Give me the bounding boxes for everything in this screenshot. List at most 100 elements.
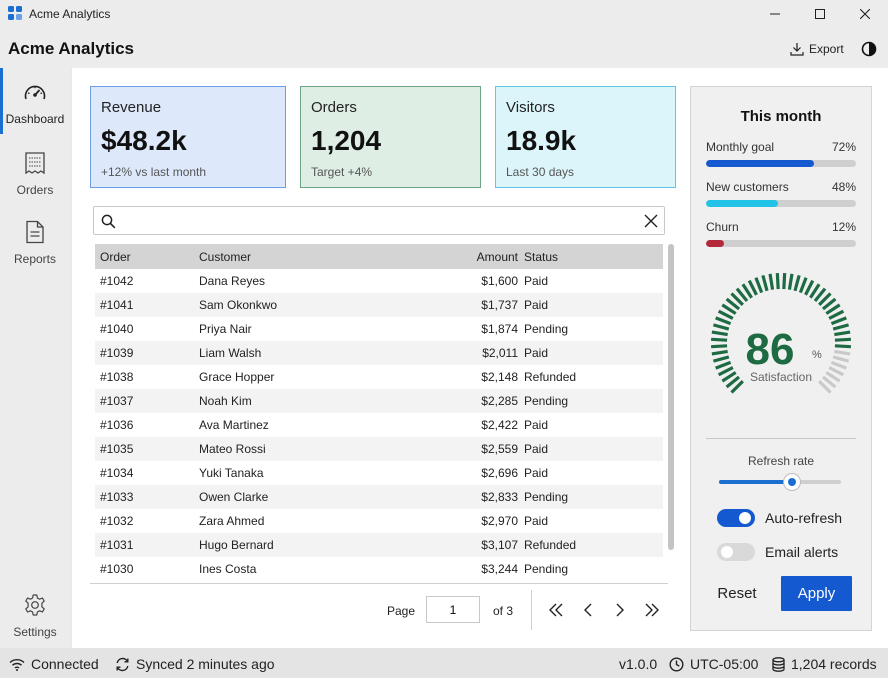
- cell-status: Refunded: [524, 370, 577, 384]
- table-row[interactable]: #1031 Hugo Bernard $3,107 Refunded: [95, 533, 663, 557]
- refresh-rate-slider[interactable]: [719, 473, 841, 491]
- cell-amount: $2,422: [481, 418, 518, 432]
- progress-fill: [706, 200, 778, 207]
- kpi-card-orders: Orders 1,204 Target +4%: [300, 86, 481, 188]
- version-label: v1.0.0: [619, 656, 658, 672]
- cell-customer: Priya Nair: [199, 322, 252, 336]
- minimize-button[interactable]: [752, 0, 798, 28]
- search-icon: [101, 214, 116, 229]
- first-page-button[interactable]: [546, 600, 566, 620]
- export-label: Export: [809, 42, 844, 56]
- previous-page-button[interactable]: [578, 600, 598, 620]
- auto-refresh-toggle[interactable]: [717, 509, 755, 527]
- search-input[interactable]: [122, 211, 622, 231]
- kpi-label: Orders: [311, 99, 357, 116]
- cell-amount: $3,107: [481, 538, 518, 552]
- sidebar-item-dashboard[interactable]: Dashboard: [0, 68, 70, 134]
- cell-status: Pending: [524, 490, 569, 504]
- gauge-value: 86: [745, 325, 795, 374]
- maximize-button[interactable]: [797, 0, 843, 28]
- cell-status: Paid: [524, 346, 549, 360]
- table-header: Order Customer Amount Status: [95, 244, 663, 269]
- cell-amount: $2,833: [481, 490, 518, 504]
- sidebar-item-orders[interactable]: Orders: [0, 137, 70, 203]
- close-window-button[interactable]: [842, 0, 888, 28]
- gauge-tick: [715, 360, 732, 370]
- last-page-button[interactable]: [642, 600, 662, 620]
- kpi-card-visitors: Visitors 18.9k Last 30 days: [495, 86, 676, 188]
- pager-divider: [531, 590, 532, 630]
- apply-button[interactable]: Apply: [781, 576, 852, 611]
- next-page-button[interactable]: [610, 600, 630, 620]
- table-row[interactable]: #1032 Zara Ahmed $2,970 Paid: [95, 509, 663, 533]
- column-header-amount[interactable]: Amount: [419, 250, 524, 264]
- cell-customer: Sam Okonkwo: [199, 298, 278, 312]
- chevron-double-left-icon: [549, 603, 563, 617]
- refresh-rate-label: Refresh rate: [747, 454, 815, 468]
- sync-icon: [116, 657, 129, 671]
- panel-divider: [706, 438, 856, 439]
- page-count-label: of 3: [493, 604, 514, 618]
- minimize-icon: [770, 13, 780, 15]
- gauge-tick: [711, 349, 728, 356]
- metric-value: 72%: [831, 140, 856, 154]
- gauge-tick: [830, 360, 847, 370]
- gauge-tick: [834, 344, 851, 349]
- table-row[interactable]: #1033 Owen Clarke $2,833 Pending: [95, 485, 663, 509]
- export-button[interactable]: Export: [790, 40, 844, 58]
- table-row[interactable]: #1034 Yuki Tanaka $2,696 Paid: [95, 461, 663, 485]
- table-scrollbar[interactable]: [668, 244, 674, 550]
- theme-toggle-icon[interactable]: [861, 41, 877, 57]
- wifi-icon: [9, 658, 25, 671]
- table-row[interactable]: #1038 Grace Hopper $2,148 Refunded: [95, 365, 663, 389]
- cell-status: Paid: [524, 442, 549, 456]
- database-icon: [772, 656, 785, 672]
- table-row[interactable]: #1035 Mateo Rossi $2,559 Paid: [95, 437, 663, 461]
- reset-button[interactable]: Reset: [707, 577, 767, 609]
- cell-customer: Zara Ahmed: [199, 514, 265, 528]
- kpi-value: $48.2k: [101, 125, 187, 156]
- gauge-tick: [834, 349, 851, 356]
- table-row[interactable]: #1030 Ines Costa $3,244 Pending: [95, 557, 663, 581]
- gauge-tick: [834, 337, 851, 342]
- kpi-subtext: +12% vs last month: [101, 165, 207, 179]
- kpi-label: Revenue: [101, 99, 162, 116]
- search-box: [93, 206, 665, 235]
- email-alerts-toggle[interactable]: [717, 543, 755, 561]
- table-row[interactable]: #1036 Ava Martinez $2,422 Paid: [95, 413, 663, 437]
- toggle-knob: [739, 512, 751, 524]
- chevron-left-icon: [584, 603, 592, 617]
- gauge-tick: [787, 273, 794, 290]
- table-row[interactable]: #1042 Dana Reyes $1,600 Paid: [95, 269, 663, 293]
- table-body: #1042 Dana Reyes $1,600 Paid #1041 Sam Okonkw…: [95, 269, 663, 581]
- column-header-status[interactable]: Status: [524, 250, 663, 264]
- column-header-customer[interactable]: Customer: [199, 250, 419, 264]
- table-row[interactable]: #1041 Sam Okonkwo $1,737 Paid: [95, 293, 663, 317]
- orders-table: Order Customer Amount Status #1042 Dana R…: [95, 244, 663, 581]
- table-divider: [90, 583, 668, 584]
- table-row[interactable]: #1040 Priya Nair $1,874 Pending: [95, 317, 663, 341]
- sidebar-item-settings[interactable]: Settings: [0, 579, 70, 645]
- gauge-icon: [24, 85, 46, 100]
- clock-icon: [669, 656, 684, 672]
- kpi-label: Visitors: [506, 99, 555, 116]
- sidebar-item-reports[interactable]: Reports: [0, 206, 70, 272]
- cell-amount: $2,148: [481, 370, 518, 384]
- clear-search-icon[interactable]: [643, 213, 659, 229]
- progress-track: [706, 240, 856, 247]
- page-number-input[interactable]: [426, 596, 480, 623]
- toggle-label: Auto-refresh: [765, 510, 843, 526]
- gauge-tick: [830, 316, 847, 326]
- cell-customer: Yuki Tanaka: [199, 466, 264, 480]
- metric-value: 48%: [831, 180, 856, 194]
- table-row[interactable]: #1037 Noah Kim $2,285 Pending: [95, 389, 663, 413]
- sidebar-item-label: Dashboard: [5, 112, 65, 126]
- gauge-tick: [782, 273, 787, 290]
- gauge-tick: [832, 323, 850, 331]
- gauge-tick: [711, 344, 728, 349]
- cell-status: Paid: [524, 514, 549, 528]
- column-header-order[interactable]: Order: [95, 250, 199, 264]
- slider-thumb[interactable]: [783, 473, 802, 491]
- table-row[interactable]: #1039 Liam Walsh $2,011 Paid: [95, 341, 663, 365]
- gauge-tick: [793, 274, 801, 292]
